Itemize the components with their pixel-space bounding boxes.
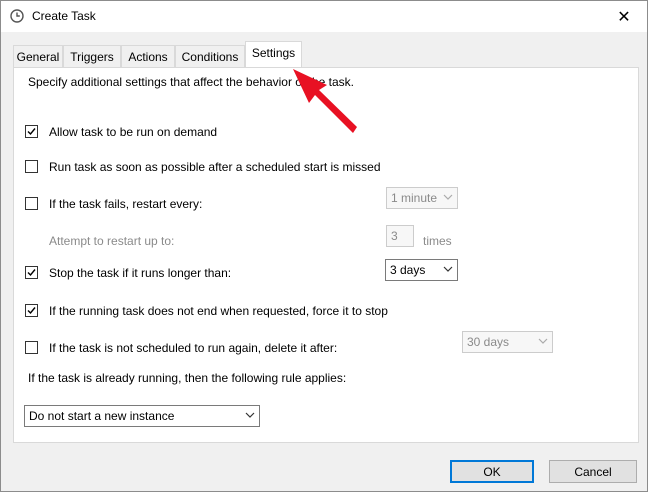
chevron-down-icon — [443, 266, 453, 272]
create-task-window: Create Task ✕ General Triggers Actions C… — [0, 0, 648, 492]
restart-attempts-unit: times — [423, 234, 452, 248]
close-icon: ✕ — [617, 8, 631, 26]
allow-on-demand-label[interactable]: Allow task to be run on demand — [49, 125, 217, 139]
cancel-button-label: Cancel — [574, 465, 612, 479]
tab-conditions[interactable]: Conditions — [175, 45, 245, 67]
tab-settings-label: Settings — [251, 46, 296, 60]
delete-after-value: 30 days — [467, 335, 510, 349]
tab-settings[interactable]: Settings — [245, 41, 302, 67]
running-rule-value: Do not start a new instance — [29, 409, 175, 423]
delete-after-checkbox[interactable] — [25, 341, 38, 354]
running-rule-label: If the task is already running, then the… — [28, 371, 347, 385]
cancel-button[interactable]: Cancel — [549, 460, 637, 483]
stop-if-longer-checkbox[interactable] — [25, 266, 38, 279]
tab-general[interactable]: General — [13, 45, 63, 67]
allow-on-demand-checkbox[interactable] — [25, 125, 38, 138]
tab-conditions-label: Conditions — [181, 50, 239, 64]
restart-interval-select[interactable]: 1 minute — [386, 187, 458, 209]
run-asap-checkbox[interactable] — [25, 160, 38, 173]
delete-after-select[interactable]: 30 days — [462, 331, 553, 353]
tab-general-label: General — [16, 50, 60, 64]
restart-attempts-label: Attempt to restart up to: — [49, 234, 175, 248]
window-title: Create Task — [32, 9, 96, 23]
restart-attempts-value: 3 — [391, 229, 398, 243]
force-stop-label[interactable]: If the running task does not end when re… — [49, 304, 388, 318]
chevron-down-icon — [443, 194, 453, 200]
tab-actions-label: Actions — [128, 50, 168, 64]
title-bar[interactable]: Create Task ✕ — [1, 1, 647, 32]
tab-triggers-label: Triggers — [70, 50, 114, 64]
checkmark-icon — [27, 128, 36, 136]
clock-icon — [10, 9, 24, 23]
running-rule-select[interactable]: Do not start a new instance — [24, 405, 260, 427]
stop-duration-value: 3 days — [390, 263, 426, 277]
tab-actions[interactable]: Actions — [121, 45, 175, 67]
tab-triggers[interactable]: Triggers — [63, 45, 121, 67]
close-button[interactable]: ✕ — [601, 1, 647, 32]
ok-button-label: OK — [483, 465, 501, 479]
stop-duration-select[interactable]: 3 days — [385, 259, 458, 281]
chevron-down-icon — [245, 412, 255, 418]
annotation-arrow-icon — [293, 69, 357, 133]
restart-on-fail-label[interactable]: If the task fails, restart every: — [49, 197, 202, 211]
ok-button[interactable]: OK — [450, 460, 534, 483]
restart-attempts-input[interactable]: 3 — [386, 225, 414, 247]
chevron-down-icon — [538, 338, 548, 344]
force-stop-checkbox[interactable] — [25, 304, 38, 317]
checkmark-icon — [27, 269, 36, 277]
delete-after-label[interactable]: If the task is not scheduled to run agai… — [49, 341, 337, 355]
run-asap-label[interactable]: Run task as soon as possible after a sch… — [49, 160, 381, 174]
restart-interval-value: 1 minute — [391, 191, 438, 205]
restart-on-fail-checkbox[interactable] — [25, 197, 38, 210]
checkmark-icon — [27, 307, 36, 315]
stop-if-longer-label[interactable]: Stop the task if it runs longer than: — [49, 266, 231, 280]
